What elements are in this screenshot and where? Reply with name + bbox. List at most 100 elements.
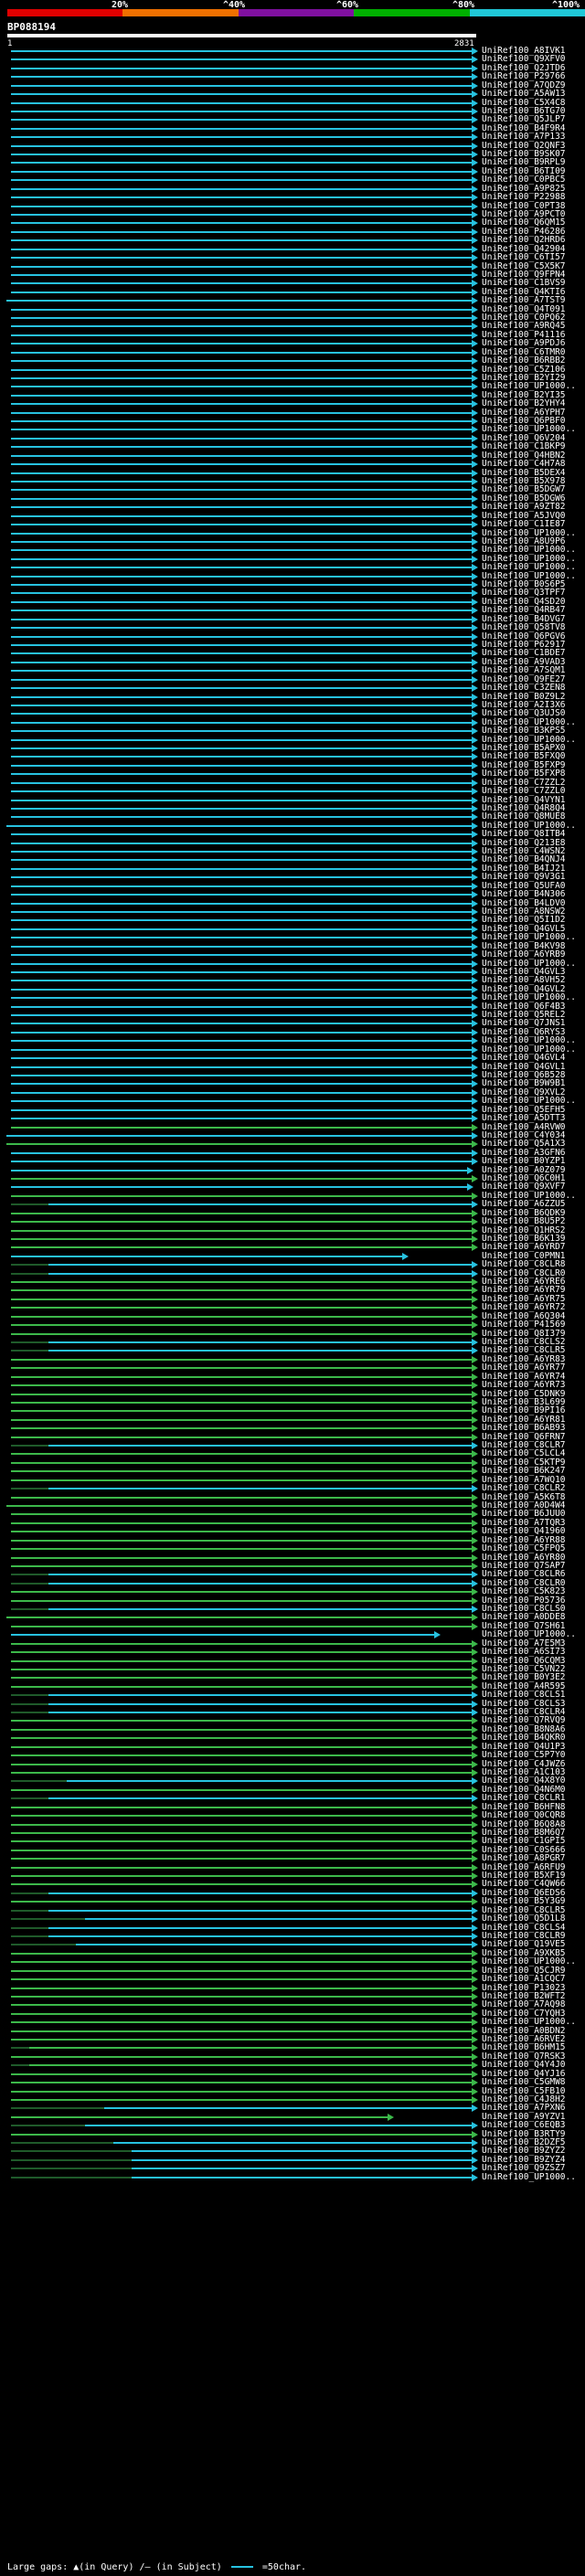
hit-alignment-bar[interactable] — [11, 557, 473, 560]
hit-alignment-bar[interactable] — [11, 584, 473, 587]
hit-alignment-bar[interactable] — [11, 859, 473, 862]
hit-alignment-bar[interactable] — [11, 954, 473, 957]
hit-alignment-bar[interactable] — [48, 1694, 473, 1697]
hit-alignment-bar[interactable] — [11, 902, 473, 905]
hit-alignment-bar[interactable] — [11, 1513, 473, 1516]
hit-alignment-bar[interactable] — [29, 2047, 473, 2050]
hit-alignment-bar[interactable] — [11, 567, 473, 569]
hit-alignment-bar[interactable] — [11, 885, 473, 887]
hit-alignment-bar[interactable] — [11, 1952, 473, 1955]
hit-alignment-bar[interactable] — [48, 1574, 473, 1576]
hit-alignment-bar[interactable] — [67, 1780, 473, 1783]
hit-alignment-bar[interactable] — [11, 1083, 473, 1086]
hit-alignment-bar[interactable] — [11, 154, 473, 156]
hit-alignment-bar[interactable] — [11, 446, 473, 449]
hit-alignment-bar[interactable] — [11, 524, 473, 526]
hit-alignment-bar[interactable] — [11, 325, 473, 328]
hit-alignment-bar[interactable] — [11, 308, 473, 311]
hit-alignment-bar[interactable] — [11, 1005, 473, 1008]
hit-alignment-bar[interactable] — [11, 1564, 473, 1567]
hit-alignment-bar[interactable] — [11, 1393, 473, 1395]
hit-alignment-bar[interactable] — [11, 799, 473, 801]
hit-alignment-bar[interactable] — [11, 756, 473, 758]
hit-alignment-bar[interactable] — [11, 1212, 473, 1214]
hit-alignment-bar[interactable] — [11, 291, 473, 293]
hit-alignment-bar[interactable] — [11, 1901, 473, 1903]
hit-alignment-bar[interactable] — [11, 222, 473, 225]
hit-alignment-bar[interactable] — [11, 575, 473, 578]
hit-alignment-bar[interactable] — [11, 610, 473, 612]
hit-alignment-bar[interactable] — [11, 1479, 473, 1481]
hit-alignment-bar[interactable] — [11, 1161, 473, 1163]
hit-alignment-bar[interactable] — [11, 213, 473, 216]
hit-alignment-bar[interactable] — [11, 773, 473, 776]
hit-alignment-bar[interactable] — [11, 1969, 473, 1972]
hit-alignment-bar[interactable] — [11, 945, 473, 948]
hit-alignment-bar[interactable] — [11, 2039, 473, 2041]
hit-alignment-bar[interactable] — [11, 187, 473, 190]
hit-alignment-bar[interactable] — [11, 833, 473, 836]
hit-alignment-bar[interactable] — [48, 1488, 473, 1490]
hit-alignment-bar[interactable] — [5, 1504, 473, 1507]
hit-alignment-bar[interactable] — [11, 144, 473, 147]
hit-alignment-bar[interactable] — [11, 1074, 473, 1076]
hit-alignment-bar[interactable] — [11, 1453, 473, 1456]
hit-alignment-bar[interactable] — [11, 1651, 473, 1654]
hit-alignment-bar[interactable] — [11, 489, 473, 492]
hit-alignment-bar[interactable] — [11, 1642, 473, 1645]
hit-alignment-bar[interactable] — [11, 1418, 473, 1421]
hit-alignment-bar[interactable] — [11, 1014, 473, 1017]
hit-alignment-bar[interactable] — [85, 1918, 473, 1921]
hit-alignment-bar[interactable] — [11, 1384, 473, 1387]
hit-alignment-bar[interactable] — [48, 1702, 473, 1705]
hit-alignment-bar[interactable] — [11, 730, 473, 733]
hit-alignment-bar[interactable] — [48, 1203, 473, 1206]
hit-alignment-bar[interactable] — [11, 58, 473, 61]
hit-alignment-bar[interactable] — [11, 851, 473, 853]
hit-alignment-bar[interactable] — [48, 1272, 473, 1275]
hit-alignment-bar[interactable] — [11, 876, 473, 879]
hit-alignment-bar[interactable] — [11, 894, 473, 896]
hit-alignment-bar[interactable] — [11, 1625, 473, 1627]
hit-alignment-bar[interactable] — [11, 2030, 473, 2032]
hit-alignment-bar[interactable] — [48, 1926, 473, 1929]
hit-alignment-bar[interactable] — [11, 1849, 473, 1851]
hit-alignment-bar[interactable] — [11, 2133, 473, 2136]
hit-alignment-bar[interactable] — [11, 403, 473, 406]
hit-alignment-bar[interactable] — [11, 1591, 473, 1594]
hit-alignment-bar[interactable] — [11, 1289, 473, 1292]
hit-alignment-bar[interactable] — [11, 230, 473, 233]
hit-alignment-bar[interactable] — [11, 1788, 473, 1791]
hit-alignment-bar[interactable] — [76, 1944, 473, 1946]
hit-alignment-bar[interactable] — [11, 1754, 473, 1757]
hit-alignment-bar[interactable] — [11, 205, 473, 207]
hit-alignment-bar[interactable] — [11, 842, 473, 844]
hit-alignment-bar[interactable] — [11, 1040, 473, 1043]
hit-alignment-bar[interactable] — [132, 2176, 473, 2178]
hit-alignment-bar[interactable] — [11, 196, 473, 199]
hit-alignment-bar[interactable] — [11, 162, 473, 164]
hit-alignment-bar[interactable] — [11, 2082, 473, 2084]
hit-alignment-bar[interactable] — [11, 1745, 473, 1748]
hit-alignment-bar[interactable] — [11, 540, 473, 543]
hit-alignment-bar[interactable] — [11, 1806, 473, 1808]
hit-alignment-bar[interactable] — [11, 1659, 473, 1662]
hit-alignment-bar[interactable] — [11, 1685, 473, 1688]
hit-alignment-bar[interactable] — [11, 93, 473, 96]
hit-alignment-bar[interactable] — [11, 1048, 473, 1051]
hit-alignment-bar[interactable] — [11, 1668, 473, 1670]
hit-alignment-bar[interactable] — [11, 1737, 473, 1740]
hit-alignment-bar[interactable] — [11, 472, 473, 474]
hit-alignment-bar[interactable] — [11, 317, 473, 320]
hit-alignment-bar[interactable] — [11, 807, 473, 810]
hit-alignment-bar[interactable] — [11, 1332, 473, 1335]
hit-alignment-bar[interactable] — [11, 980, 473, 982]
hit-alignment-bar[interactable] — [5, 1143, 473, 1146]
hit-alignment-bar[interactable] — [132, 2158, 473, 2161]
hit-alignment-bar[interactable] — [112, 2142, 473, 2145]
hit-alignment-bar[interactable] — [11, 394, 473, 397]
hit-alignment-bar[interactable] — [11, 2072, 473, 2075]
hit-alignment-bar[interactable] — [11, 600, 473, 603]
hit-alignment-bar[interactable] — [11, 1246, 473, 1249]
hit-alignment-bar[interactable] — [48, 1341, 473, 1343]
